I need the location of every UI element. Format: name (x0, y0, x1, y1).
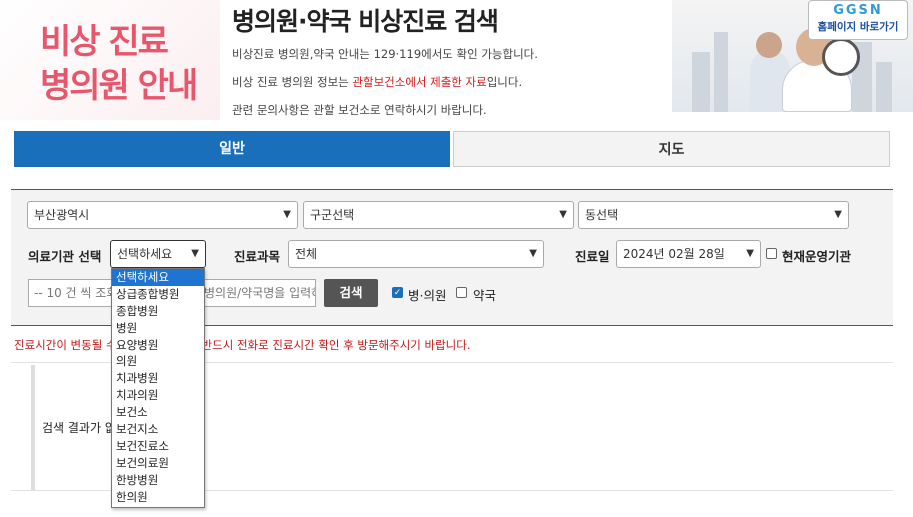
search-button[interactable]: 검색 (324, 279, 378, 307)
dropdown-option[interactable]: 선택하세요 (112, 269, 204, 286)
info-line-2-red: 관할보건소에서 제출한 자료 (352, 75, 487, 89)
clock-icon (822, 38, 860, 76)
date-select-value: 2024년 02월 28일 (623, 247, 725, 261)
city-select[interactable]: 부산광역시 ▼ (27, 201, 298, 229)
department-label: 진료과목 (234, 249, 281, 264)
page-title: 병의원·약국 비상진료 검색 (232, 7, 499, 36)
dropdown-option[interactable]: 종합병원 (112, 303, 204, 320)
info-line-1: 비상진료 병의원,약국 안내는 129·119에서도 확인 가능합니다. (232, 47, 538, 61)
institution-dropdown[interactable]: 선택하세요 상급종합병원 종합병원 병원 요양병원 의원 치과병원 치과의원 보건소 보건지소 보건… (111, 268, 205, 508)
dropdown-option[interactable]: 치과병원 (112, 370, 204, 387)
district-select[interactable]: 구군선택 ▼ (303, 201, 574, 229)
dropdown-option[interactable]: 한방병원 (112, 472, 204, 489)
homepage-button-label: 홈페이지 바로가기 (817, 21, 899, 33)
institution-label: 의료기관 선택 (28, 249, 102, 264)
homepage-button[interactable]: GGSN 홈페이지 바로가기 (808, 0, 908, 40)
tab-map[interactable]: 지도 (453, 131, 890, 167)
dropdown-option[interactable]: 보건지소 (112, 421, 204, 438)
hero-line-1: 비상 진료 (40, 22, 169, 62)
hospital-checkbox[interactable]: ✓ (392, 287, 403, 298)
result-column-line (31, 365, 35, 490)
dong-select-value: 동선택 (585, 208, 619, 222)
dropdown-option[interactable]: 의원 (112, 353, 204, 370)
pharmacy-label: 약국 (473, 288, 497, 303)
dropdown-option[interactable]: 치과의원 (112, 387, 204, 404)
department-select-value: 전체 (295, 247, 318, 261)
dropdown-option[interactable]: 보건진료소 (112, 438, 204, 455)
dropdown-option[interactable]: 보건소 (112, 404, 204, 421)
chevron-down-icon: ▼ (283, 209, 291, 220)
info-line-2: 비상 진료 병의원 정보는 관할보건소에서 제출한 자료입니다. (232, 74, 522, 90)
chevron-down-icon: ▼ (834, 209, 842, 220)
operating-label: 현재운영기관 (782, 249, 852, 264)
district-select-value: 구군선택 (310, 208, 355, 222)
department-select[interactable]: 전체 ▼ (288, 240, 544, 268)
city-select-value: 부산광역시 (34, 208, 90, 222)
hero-text: 비상 진료 병의원 안내 (40, 20, 198, 108)
dong-select[interactable]: 동선택 ▼ (578, 201, 849, 229)
dropdown-option[interactable]: 병원 (112, 320, 204, 337)
dropdown-option[interactable]: 보건의료원 (112, 455, 204, 472)
institution-select-value: 선택하세요 (117, 247, 173, 261)
search-input[interactable]: 병의원/약국명을 입력하세요 (198, 279, 316, 307)
chevron-down-icon: ▼ (746, 248, 754, 259)
dropdown-option[interactable]: 요양병원 (112, 337, 204, 354)
page-size-select[interactable]: -- 10 건 씩 조회 (28, 279, 112, 307)
hero-banner: 비상 진료 병의원 안내 (0, 0, 220, 120)
date-label: 진료일 (575, 249, 610, 264)
chevron-down-icon: ▼ (529, 248, 537, 259)
chevron-down-icon: ▼ (191, 248, 199, 259)
institution-select[interactable]: 선택하세요 ▼ (110, 240, 206, 268)
ggsn-logo: GGSN (833, 3, 883, 18)
hospital-label: 병·의원 (408, 288, 447, 303)
pharmacy-checkbox[interactable] (456, 287, 467, 298)
notice-text: 진료시간이 변동될 수 있으므로 사전에 반드시 전화로 진료시간 확인 후 방… (14, 338, 471, 352)
hero-line-2: 병의원 안내 (40, 66, 198, 106)
tab-general[interactable]: 일반 (14, 131, 450, 167)
info-line-3: 관련 문의사항은 관할 보건소로 연락하시기 바랍니다. (232, 103, 487, 117)
chevron-down-icon: ▼ (559, 209, 567, 220)
info-line-2-pre: 비상 진료 병의원 정보는 (232, 75, 353, 89)
dropdown-option[interactable]: 한의원 (112, 489, 204, 506)
operating-checkbox[interactable] (766, 248, 777, 259)
info-line-2-post: 입니다. (486, 75, 523, 89)
date-select[interactable]: 2024년 02월 28일 ▼ (616, 240, 761, 268)
dropdown-option[interactable]: 상급종합병원 (112, 286, 204, 303)
